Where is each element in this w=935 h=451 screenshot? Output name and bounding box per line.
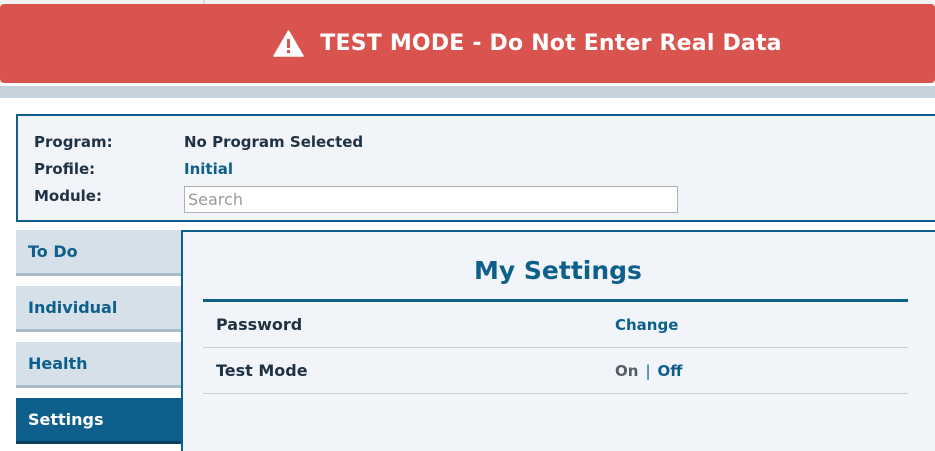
- sidebar-item-label: Health: [28, 354, 88, 373]
- profile-label: Profile:: [34, 160, 96, 178]
- test-mode-banner: TEST MODE - Do Not Enter Real Data: [0, 4, 935, 83]
- warning-triangle-icon: [273, 30, 305, 57]
- context-panel: Program: No Program Selected Profile: In…: [16, 114, 935, 222]
- header-separator: [0, 86, 935, 98]
- app-window: TEST MODE - Do Not Enter Real Data Progr…: [0, 0, 935, 451]
- password-value: Change: [615, 316, 678, 334]
- program-row: Program: No Program Selected: [34, 131, 363, 153]
- test-mode-off-link[interactable]: Off: [658, 362, 683, 380]
- sidebar-item-settings[interactable]: Settings: [16, 398, 182, 444]
- module-label: Module:: [34, 187, 102, 205]
- settings-row-test-mode: Test Mode On | Off: [203, 348, 908, 394]
- profile-link[interactable]: Initial: [184, 160, 233, 178]
- settings-row-password: Password Change: [203, 302, 908, 348]
- test-mode-on-current: On: [615, 361, 639, 380]
- sidebar-item-health[interactable]: Health: [16, 342, 182, 388]
- module-search-input[interactable]: [184, 186, 678, 213]
- sidebar-item-label: Individual: [28, 298, 118, 317]
- test-mode-label: Test Mode: [216, 361, 308, 380]
- toggle-separator: |: [645, 361, 651, 380]
- change-password-link[interactable]: Change: [615, 316, 678, 334]
- sidebar-item-label: Settings: [28, 410, 104, 429]
- profile-row: Profile: Initial: [34, 158, 233, 180]
- sidebar-item-individual[interactable]: Individual: [16, 286, 182, 332]
- banner-content: TEST MODE - Do Not Enter Real Data: [273, 30, 782, 57]
- module-row: Module:: [34, 185, 184, 207]
- banner-text: TEST MODE - Do Not Enter Real Data: [320, 31, 782, 56]
- sidebar-item-to-do[interactable]: To Do: [16, 230, 182, 276]
- program-label: Program:: [34, 133, 113, 151]
- test-mode-toggle: On | Off: [615, 362, 682, 380]
- program-value: No Program Selected: [184, 133, 364, 151]
- page-title: My Settings: [474, 256, 642, 285]
- sidebar-item-label: To Do: [28, 242, 78, 261]
- settings-panel: My Settings Password Change Test Mode On…: [181, 230, 935, 451]
- password-label: Password: [216, 315, 303, 334]
